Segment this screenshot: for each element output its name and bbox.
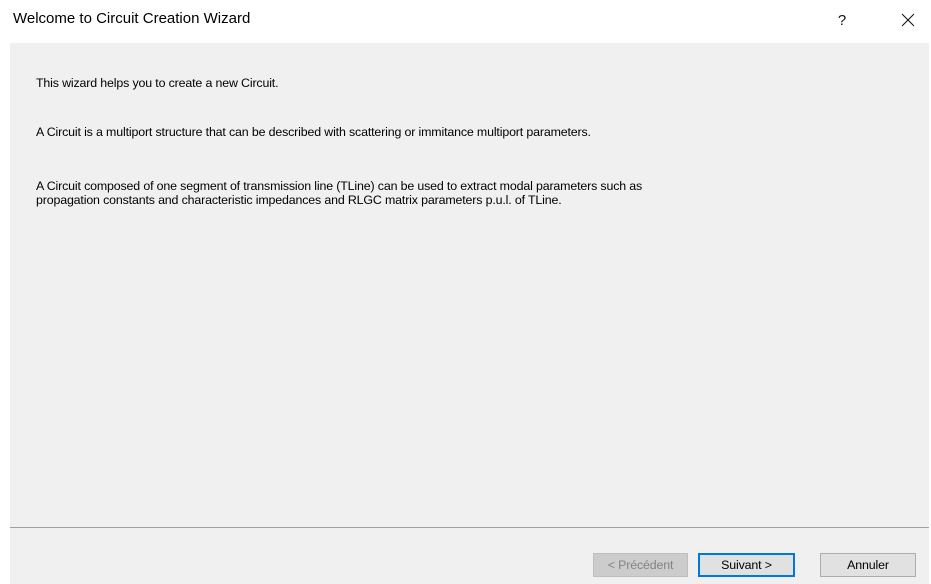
wizard-dialog: Welcome to Circuit Creation Wizard ? Thi… (0, 0, 931, 584)
cancel-button[interactable]: Annuler (820, 553, 916, 577)
wizard-footer: < Précédent Suivant > Annuler (10, 528, 929, 584)
next-button[interactable]: Suivant > (698, 553, 795, 577)
tline-description-text: A Circuit composed of one segment of tra… (36, 179, 643, 207)
wizard-content-panel: This wizard helps you to create a new Ci… (10, 43, 929, 527)
help-icon: ? (837, 11, 847, 29)
close-icon (901, 13, 915, 27)
title-bar: Welcome to Circuit Creation Wizard ? (0, 0, 931, 42)
close-button[interactable] (890, 4, 926, 36)
intro-text: This wizard helps you to create a new Ci… (36, 76, 279, 90)
previous-button[interactable]: < Précédent (593, 553, 688, 577)
help-button[interactable]: ? (824, 4, 860, 36)
window-title: Welcome to Circuit Creation Wizard (13, 10, 251, 27)
circuit-description-text: A Circuit is a multiport structure that … (36, 125, 591, 139)
